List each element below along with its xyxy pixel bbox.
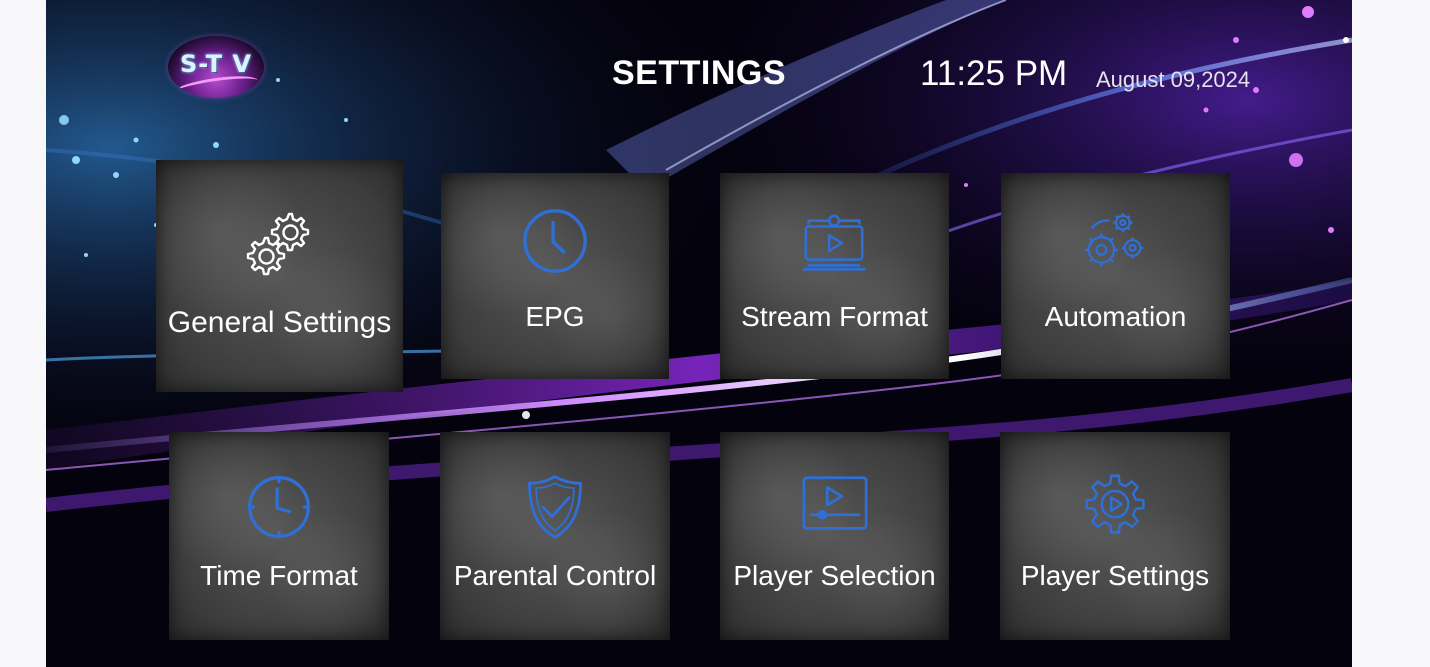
tile-label: General Settings <box>167 306 392 339</box>
tile-parental-control[interactable]: Parental Control <box>440 432 670 640</box>
gears-icon <box>246 212 309 276</box>
app-logo: S-T V <box>168 36 264 98</box>
clock-time: 11:25 PM <box>920 54 1068 93</box>
tile-general-settings[interactable]: General Settings <box>156 160 403 392</box>
gear-play-icon <box>1085 474 1145 534</box>
tile-player-settings[interactable]: Player Settings <box>1000 432 1230 640</box>
video-player-icon <box>802 476 867 530</box>
tile-label: Stream Format <box>741 301 928 332</box>
tile-time-format[interactable]: Time Format <box>169 432 389 640</box>
tile-automation[interactable]: Automation <box>1001 173 1230 379</box>
tile-label: Player Settings <box>1020 560 1210 591</box>
tile-label: EPG <box>525 301 585 332</box>
tile-label: Player Selection <box>733 560 936 591</box>
clock-date: August 09,2024 <box>1096 67 1251 92</box>
tile-player-selection[interactable]: Player Selection <box>720 432 949 640</box>
settings-screen: S-T V SETTINGS 11:25 PM August 09,2024 G… <box>46 0 1352 667</box>
tile-label: Time Format <box>200 560 358 591</box>
page-title: SETTINGS <box>611 54 787 92</box>
logo-text: S-T V <box>179 50 253 78</box>
tile-epg[interactable]: EPG <box>441 173 669 379</box>
clock-icon <box>248 476 310 538</box>
tile-label: Automation <box>1044 301 1187 332</box>
clock-icon <box>523 209 587 273</box>
shield-check-icon <box>528 475 582 539</box>
stream-monitor-icon <box>802 214 865 271</box>
tile-stream-format[interactable]: Stream Format <box>720 173 949 379</box>
automation-gears-icon <box>1084 212 1143 267</box>
tile-label: Parental Control <box>453 560 657 591</box>
